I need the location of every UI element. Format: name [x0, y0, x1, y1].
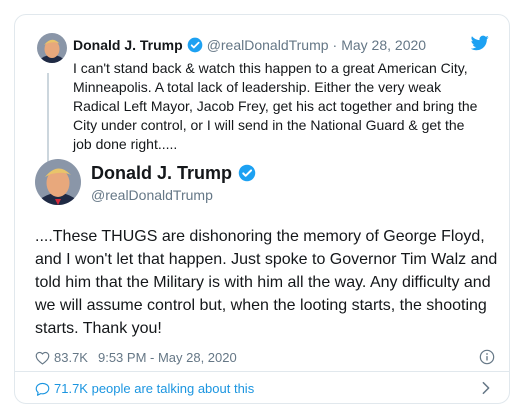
- twitter-bird-icon[interactable]: [471, 35, 489, 51]
- verified-badge-icon: [187, 37, 203, 53]
- reply-text: I can't stand back & watch this happen t…: [73, 60, 478, 152]
- tweet-timestamp[interactable]: 9:53 PM - May 28, 2020: [98, 350, 237, 365]
- info-icon[interactable]: [479, 349, 495, 365]
- verified-badge-icon: [238, 164, 256, 182]
- reply-header: Donald J. Trump @realDonaldTrump · May 28, …: [73, 37, 426, 53]
- reply-date[interactable]: May 28, 2020: [341, 37, 426, 53]
- like-count[interactable]: 83.7K: [54, 350, 88, 365]
- embedded-tweet-card: Donald J. Trump @realDonaldTrump · May 28, …: [14, 14, 510, 404]
- author-name: Donald J. Trump: [91, 163, 260, 184]
- tweet-text: ....These THUGS are dishonoring the memo…: [35, 228, 498, 337]
- avatar[interactable]: [35, 159, 81, 205]
- author-name[interactable]: Donald J. Trump: [73, 37, 183, 53]
- author-handle[interactable]: @realDonaldTrump: [91, 187, 213, 203]
- comment-bubble-icon: [35, 382, 50, 396]
- author-name-text[interactable]: Donald J. Trump: [91, 163, 232, 183]
- divider: [15, 371, 509, 372]
- author-handle[interactable]: @realDonaldTrump: [207, 37, 329, 53]
- talking-about-link[interactable]: 71.7K people are talking about this: [35, 381, 495, 396]
- tweet-meta: 83.7K 9:53 PM - May 28, 2020: [35, 349, 505, 365]
- avatar[interactable]: [37, 33, 67, 63]
- thread-connector: [47, 73, 49, 169]
- chevron-right-icon[interactable]: [481, 381, 491, 395]
- talking-about-text: 71.7K people are talking about this: [54, 381, 255, 396]
- heart-icon[interactable]: [35, 351, 50, 365]
- separator-dot: ·: [332, 37, 338, 53]
